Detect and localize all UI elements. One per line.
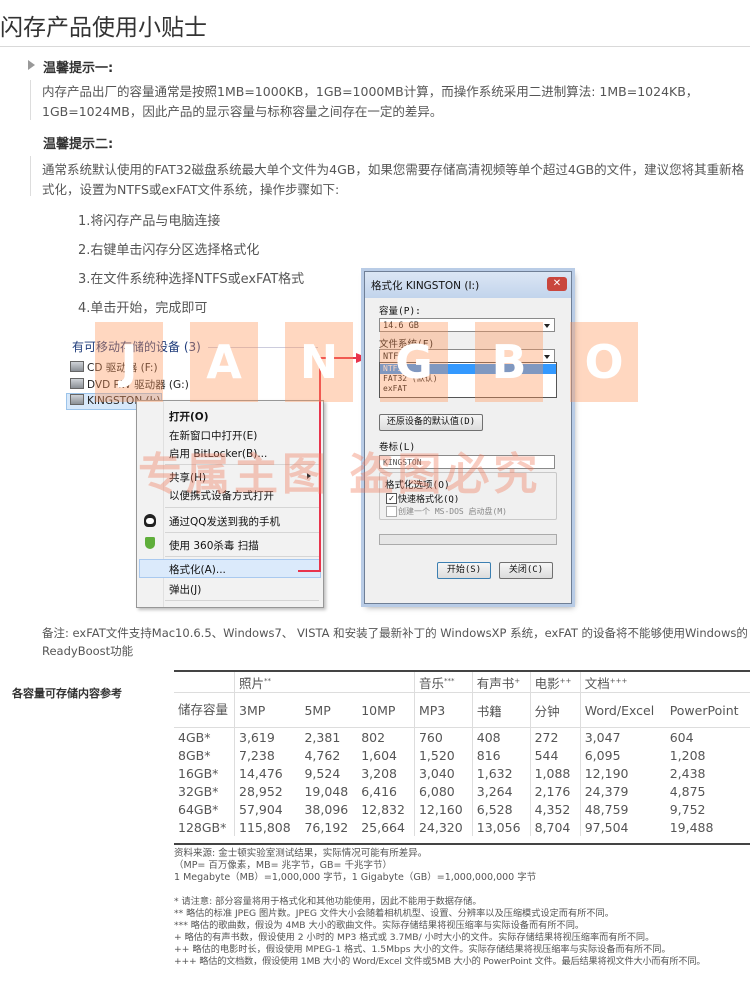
title-divider [0, 46, 750, 47]
table-row: 4GB* 3,619 2,381 802 760 408 272 3,047 604 [174, 727, 750, 746]
step-4: 4.单击开始，完成即可 [78, 301, 208, 316]
table-row: 8GB* 7,238 4,762 1,604 1,520 816 544 6,095 1,208 [174, 746, 750, 764]
menu-item-format[interactable]: 格式化(A)... [169, 562, 226, 577]
group-movie: 电影++ [530, 672, 581, 693]
group-photo: 照片** [234, 672, 415, 693]
table-row: 128GB* 115,808 76,192 25,664 24,320 13,056 8,7… [174, 818, 750, 836]
tip1-text: 内存产品出厂的容量通常是按照1MB=1000KB，1GB=1000MB计算，而操… [42, 84, 699, 119]
dialog-titlebar: 格式化 KINGSTON (I:) ✕ [365, 272, 571, 298]
group-audiobook: 有声书+ [472, 672, 531, 693]
table-row: 32GB* 28,952 19,048 6,416 6,080 3,264 2,176 24,… [174, 782, 750, 800]
tip1-bar [30, 80, 31, 120]
footnotes: * 请注意: 部分容量将用于格式化和其他功能使用，因此不能用于数据存储。 ** … [174, 896, 706, 967]
watermark-text: 专属主图 盗图必究 [138, 449, 542, 500]
table-row: 16GB* 14,476 9,524 3,208 3,040 1,632 1,088 12,1… [174, 764, 750, 782]
usb-drive-icon [70, 394, 84, 405]
group-document: 文档+++ [580, 672, 750, 693]
exfat-note: 备注: exFAT文件支持Mac10.6.5、Windows7、 VISTA 和… [42, 626, 748, 658]
table-subheader: 储存容量 3MP 5MP 10MP MP3 书籍 分钟 Word/Excel P… [174, 692, 750, 728]
page-title: 闪存产品使用小贴士 [0, 15, 207, 41]
watermark-letters: J A N G B O [95, 322, 655, 412]
dvd-drive-icon [70, 378, 84, 389]
row-header: 储存容量 [174, 692, 235, 728]
capacity-label: 容量(P): [379, 306, 421, 317]
step-1: 1.将闪存产品与电脑连接 [78, 214, 221, 229]
capacity-table: 照片** 音乐*** 有声书+ 电影++ 文档+++ 储存容量 3MP 5MP … [174, 672, 750, 836]
format-progress-bar [379, 534, 557, 545]
menu-item-eject[interactable]: 弹出(J) [169, 582, 201, 597]
tip2-bar [30, 156, 31, 196]
shield-icon [145, 537, 155, 549]
step-3: 3.在文件系统种选择NTFS或exFAT格式 [78, 272, 305, 287]
menu-item-360[interactable]: 使用 360杀毒 扫描 [169, 538, 259, 553]
table-side-label: 各容量可存储内容参考 [12, 687, 122, 700]
msdos-checkbox[interactable] [386, 506, 397, 517]
menu-item-qq[interactable]: 通过QQ发送到我的手机 [169, 514, 280, 529]
tip2-heading: 温馨提示二: [43, 137, 114, 152]
qq-icon [144, 514, 156, 527]
tip1-heading: 温馨提示一: [43, 61, 114, 76]
tip2-text: 通常系统默认使用的FAT32磁盘系统最大单个文件为4GB，如果您需要存储高清视频… [42, 162, 745, 197]
bullet-triangle-icon [28, 60, 35, 70]
dialog-title: 格式化 KINGSTON (I:) [371, 280, 480, 292]
msdos-label: 创建一个 MS-DOS 启动盘(M) [398, 507, 507, 516]
group-music: 音乐*** [414, 672, 473, 693]
source-notes: 资料来源: 金士顿实验室测试结果，实际情况可能有所差异。 （MP= 百万像素，M… [174, 848, 537, 883]
restore-defaults-button[interactable]: 还原设备的默认值(D) [379, 414, 483, 431]
close-button[interactable]: 关闭(C) [499, 562, 553, 579]
step-2: 2.右键单击闪存分区选择格式化 [78, 243, 260, 258]
cd-drive-icon [70, 361, 84, 372]
close-icon[interactable]: ✕ [547, 277, 567, 291]
menu-highlight [139, 559, 321, 578]
table-bottom-rule [174, 843, 750, 845]
table-group-header: 照片** 音乐*** 有声书+ 电影++ 文档+++ [174, 672, 750, 693]
table-row: 64GB* 57,904 38,096 12,832 12,160 6,528 4,352 4… [174, 800, 750, 818]
start-button[interactable]: 开始(S) [437, 562, 491, 579]
